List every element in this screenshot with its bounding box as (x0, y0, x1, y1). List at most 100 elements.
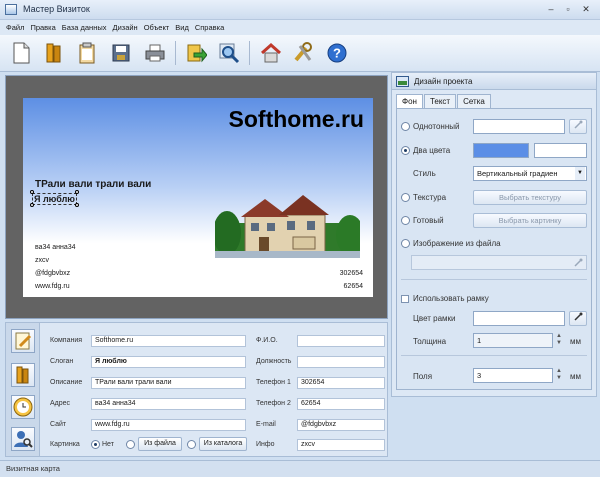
clipboard-button[interactable] (74, 40, 100, 66)
choose-texture-button[interactable]: Выбрать текстуру (473, 190, 587, 205)
picture-from-catalog-button[interactable]: Из каталога (199, 437, 247, 451)
slogan-field[interactable]: Я люблю (91, 356, 246, 368)
card-site[interactable]: www.fdg.ru (35, 283, 70, 290)
maximize-button[interactable]: ▫ (561, 3, 575, 16)
home-button[interactable] (258, 40, 284, 66)
selection-handle[interactable] (30, 203, 34, 207)
open-button[interactable] (40, 40, 66, 66)
toolbar-separator (249, 41, 250, 65)
help-icon: ? (327, 43, 347, 63)
thickness-spinner[interactable]: ▲ ▼ (554, 333, 564, 348)
one-color-label[interactable]: Однотонный (413, 122, 459, 131)
card-phone2[interactable]: 62654 (344, 283, 363, 290)
picture-from-catalog-radio[interactable] (187, 440, 196, 449)
tab-grid[interactable]: Сетка (457, 94, 491, 108)
tab-text[interactable]: Текст (423, 94, 457, 108)
one-color-swatch[interactable] (473, 119, 565, 134)
card-phone1[interactable]: 302654 (340, 270, 363, 277)
selection-handle[interactable] (75, 190, 79, 194)
phone1-field[interactable]: 302654 (297, 377, 385, 389)
position-field[interactable] (297, 356, 385, 368)
toolbar-separator (175, 41, 176, 65)
edit-card-button[interactable] (11, 329, 35, 353)
margins-spinner[interactable]: ▲ ▼ (554, 368, 564, 383)
picture-from-file-button[interactable]: Из файла (138, 437, 182, 451)
style-select-value: Вертикальный градиен (477, 169, 558, 178)
frame-color-swatch[interactable] (473, 311, 565, 326)
menu-object[interactable]: Объект (144, 23, 170, 32)
selection-handle[interactable] (75, 203, 79, 207)
picture-from-file-radio[interactable] (126, 440, 135, 449)
help-button[interactable]: ? (324, 40, 350, 66)
card-address[interactable]: ва34 анна34 (35, 244, 76, 251)
fio-field[interactable] (297, 335, 385, 347)
card-info[interactable]: zxcv (35, 257, 49, 264)
picture-none-label[interactable]: Нет (102, 441, 114, 448)
image-from-file-label[interactable]: Изображение из файла (413, 239, 501, 248)
selection-handle[interactable] (30, 190, 34, 194)
books-icon (16, 366, 29, 384)
menu-design[interactable]: Дизайн (112, 23, 137, 32)
phone1-label: Телефон 1 (256, 379, 291, 386)
zoom-button[interactable] (216, 40, 242, 66)
chevron-down-icon[interactable]: ▼ (575, 167, 585, 180)
card-slogan[interactable]: Я люблю (32, 193, 77, 205)
picture-none-radio[interactable] (91, 440, 100, 449)
business-card-preview[interactable]: Softhome.ru ТРали вали трали вали Я любл… (23, 98, 373, 297)
description-field[interactable]: ТРали вали трали вали (91, 377, 246, 389)
menu-edit[interactable]: Правка (30, 23, 55, 32)
divider (401, 355, 587, 356)
two-colors-radio[interactable] (401, 146, 410, 155)
texture-radio[interactable] (401, 193, 410, 202)
save-button[interactable] (108, 40, 134, 66)
ready-label[interactable]: Готовый (413, 216, 444, 225)
app-window: Мастер Визиток – ▫ ✕ Файл Правка База да… (0, 0, 600, 477)
minimize-button[interactable]: – (544, 3, 558, 16)
close-button[interactable]: ✕ (579, 3, 593, 16)
export-button[interactable] (183, 40, 209, 66)
address-field[interactable]: ва34 анна34 (91, 398, 246, 410)
style-label: Стиль (413, 169, 436, 178)
texture-label[interactable]: Текстура (413, 193, 446, 202)
gradient-color-2-swatch[interactable] (534, 143, 587, 158)
print-button[interactable] (142, 40, 168, 66)
new-button[interactable] (8, 40, 34, 66)
card-description[interactable]: ТРали вали трали вали (35, 179, 151, 190)
image-file-path-field[interactable] (411, 255, 587, 270)
style-select[interactable]: Вертикальный градиен ▼ (473, 166, 587, 181)
one-color-picker-button[interactable] (569, 119, 587, 134)
menu-file[interactable]: Файл (6, 23, 24, 32)
choose-picture-button[interactable]: Выбрать картинку (473, 213, 587, 228)
contacts-search-button[interactable] (11, 427, 35, 451)
new-document-icon (13, 42, 30, 64)
margins-input[interactable]: 3 (473, 368, 553, 383)
phone2-field[interactable]: 62654 (297, 398, 385, 410)
email-field[interactable]: @fdgbvbxz (297, 419, 385, 431)
menu-view[interactable]: Вид (175, 23, 189, 32)
menu-database[interactable]: База данных (62, 23, 107, 32)
menu-help[interactable]: Справка (195, 23, 224, 32)
site-field[interactable]: www.fdg.ru (91, 419, 246, 431)
catalog-button[interactable] (11, 363, 35, 387)
toolbar: ? (0, 35, 600, 72)
two-colors-label[interactable]: Два цвета (413, 146, 450, 155)
image-from-file-radio[interactable] (401, 239, 410, 248)
card-email[interactable]: @fdgbvbxz (35, 270, 70, 277)
home-icon (261, 42, 281, 63)
gradient-color-1-swatch[interactable] (473, 143, 529, 158)
use-frame-checkbox[interactable] (401, 295, 409, 303)
history-button[interactable] (11, 395, 35, 419)
info-field[interactable]: zxcv (297, 439, 385, 451)
design-panel: Дизайн проекта Фон Текст Сетка Однотонны… (391, 72, 597, 397)
open-folder-icon (46, 43, 61, 63)
company-field[interactable]: Softhome.ru (91, 335, 246, 347)
tab-background[interactable]: Фон (396, 94, 423, 108)
use-frame-label[interactable]: Использовать рамку (413, 294, 489, 303)
card-company-name[interactable]: Softhome.ru (229, 106, 364, 133)
thickness-input[interactable]: 1 (473, 333, 553, 348)
house-picture[interactable] (215, 193, 360, 258)
frame-color-picker-button[interactable] (569, 311, 587, 326)
ready-radio[interactable] (401, 216, 410, 225)
one-color-radio[interactable] (401, 122, 410, 131)
settings-button[interactable] (290, 40, 316, 66)
